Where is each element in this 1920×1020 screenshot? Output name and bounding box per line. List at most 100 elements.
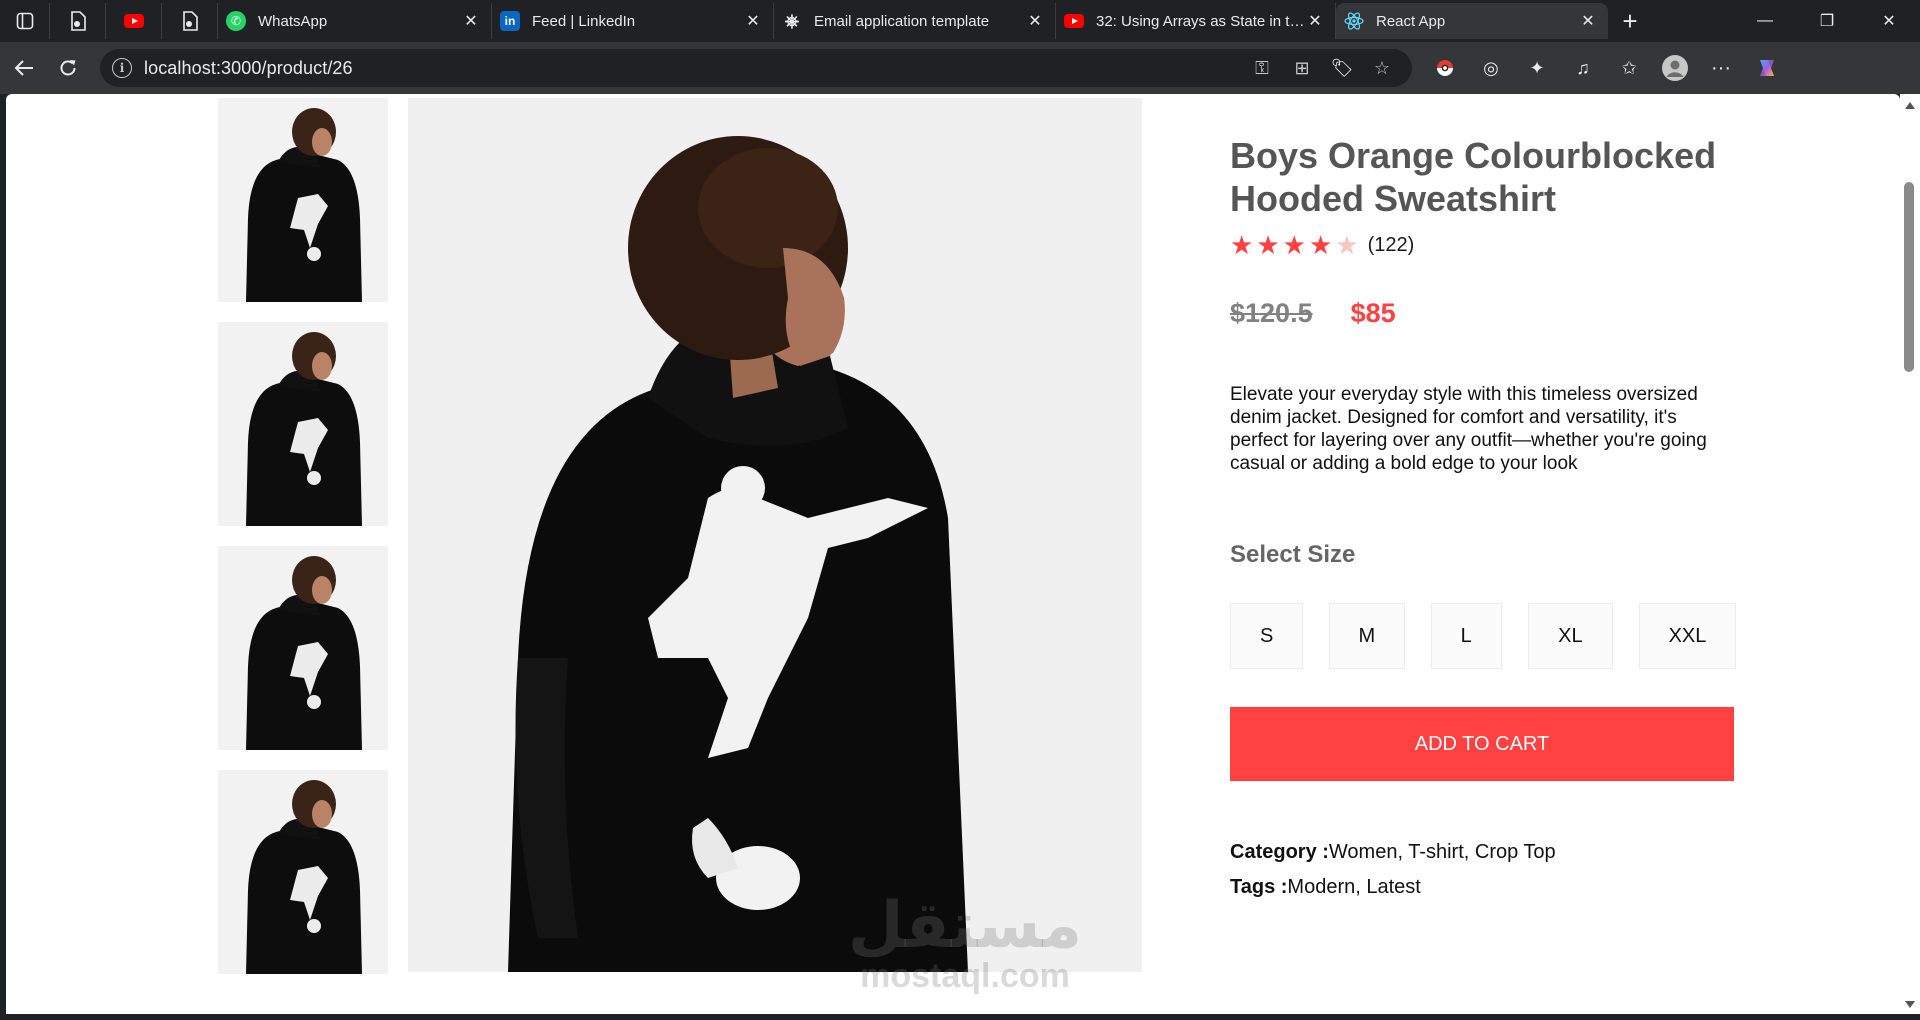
close-icon[interactable]: ✕ (743, 11, 763, 31)
restore-button[interactable]: ❐ (1796, 0, 1858, 42)
tags-label: Tags : (1230, 876, 1288, 898)
product-meta: Category :Women, T-shirt, Crop Top Tags … (1230, 841, 1736, 899)
workspaces-button[interactable] (0, 3, 50, 39)
scroll-down-arrow-icon[interactable] (1905, 1001, 1915, 1008)
back-button[interactable] (2, 48, 46, 88)
youtube-icon (1064, 11, 1084, 31)
price-tag-icon[interactable]: 🏷 (1322, 52, 1362, 84)
boy-hoodie-image (218, 322, 388, 526)
tab-email-template[interactable]: ⎈ Email application template ✕ (774, 3, 1056, 39)
react-icon (1344, 11, 1364, 31)
boy-hoodie-image (218, 770, 388, 974)
back-arrow-icon (14, 60, 33, 76)
watermark-arabic: مستقل (847, 889, 1083, 963)
close-window-button[interactable]: ✕ (1858, 0, 1920, 42)
product-thumbnail[interactable] (218, 546, 388, 750)
watermark-latin: mostaql.com (860, 957, 1070, 995)
workspaces-icon (16, 12, 33, 30)
more-menu-icon[interactable]: ··· (1698, 52, 1744, 84)
openai-icon: ⎈ (784, 10, 800, 31)
product-description: Elevate your everyday style with this ti… (1230, 384, 1707, 474)
pokeball-extension-icon[interactable] (1422, 52, 1468, 84)
new-tab-button[interactable]: + (1608, 3, 1652, 39)
tab-title: React App (1376, 12, 1446, 30)
scroll-up-arrow-icon[interactable] (1905, 102, 1915, 109)
size-button-s[interactable]: S (1230, 603, 1304, 669)
music-icon[interactable]: ♫ (1560, 52, 1606, 84)
size-button-xxl[interactable]: XXL (1638, 603, 1736, 669)
product-title: Boys Orange Colourblocked Hooded Sweatsh… (1230, 135, 1717, 219)
profile-avatar-icon[interactable] (1652, 52, 1698, 84)
app-available-icon[interactable]: ⊞ (1282, 52, 1322, 84)
close-icon[interactable]: ✕ (461, 11, 481, 31)
tab-bar: ✆ WhatsApp ✕ in Feed | LinkedIn ✕ ⎈ Emai… (0, 0, 1920, 42)
size-options: S M L XL XXL (1230, 603, 1736, 669)
star-full-icon: ★ (1282, 230, 1306, 260)
star-full-icon: ★ (1256, 230, 1280, 260)
size-button-l[interactable]: L (1430, 603, 1502, 669)
price-block: $120.5 $85 (1230, 298, 1736, 329)
window-controls: — ❐ ✕ (1734, 0, 1920, 42)
pinned-tabs (0, 3, 218, 39)
size-button-xl[interactable]: XL (1527, 603, 1613, 669)
main-product-image (408, 98, 1142, 972)
product-info: Boys Orange Colourblocked Hooded Sweatsh… (1230, 134, 1736, 911)
tags-value: Modern, Latest (1287, 876, 1421, 898)
scrollbar-thumb[interactable] (1904, 182, 1914, 372)
category-row: Category :Women, T-shirt, Crop Top (1230, 841, 1736, 864)
boy-hoodie-image (218, 546, 388, 750)
whatsapp-icon: ✆ (226, 11, 246, 31)
close-icon[interactable]: ✕ (1025, 11, 1045, 31)
tab-youtube[interactable]: 32: Using Arrays as State in the ✕ (1056, 3, 1336, 39)
tab-linkedin[interactable]: in Feed | LinkedIn ✕ (492, 3, 774, 39)
target-extension-icon[interactable]: ◎ (1468, 52, 1514, 84)
star-full-icon: ★ (1230, 230, 1254, 260)
tab-title: Feed | LinkedIn (532, 12, 636, 30)
tab-title: WhatsApp (258, 12, 328, 30)
favorites-icon[interactable]: ✩ (1606, 52, 1652, 84)
page-viewport: Boys Orange Colourblocked Hooded Sweatsh… (6, 94, 1900, 1014)
product-thumbnail[interactable] (218, 770, 388, 974)
pinned-tab-1[interactable] (50, 3, 106, 39)
close-icon[interactable]: ✕ (1305, 11, 1325, 31)
minimize-button[interactable]: — (1734, 0, 1796, 42)
page-scrollbar[interactable] (1900, 94, 1920, 1014)
tab-react-app[interactable]: React App ✕ (1336, 3, 1608, 39)
mostaql-watermark: مستقل mostaql.com (840, 894, 1090, 994)
boy-hoodie-large-image (408, 98, 1142, 972)
reload-icon (60, 60, 76, 76)
tab-title: 32: Using Arrays as State in the (1096, 12, 1305, 30)
select-size-heading: Select Size (1230, 541, 1356, 568)
tab-whatsapp[interactable]: ✆ WhatsApp ✕ (218, 3, 492, 39)
thumbnail-list (218, 98, 388, 994)
extensions-puzzle-icon[interactable]: ✦ (1514, 52, 1560, 84)
address-bar[interactable]: i localhost:3000/product/26 ⚿ ⊞ 🏷 ☆ (100, 49, 1412, 87)
copilot-doc-icon (182, 11, 198, 31)
star-full-icon: ★ (1308, 230, 1333, 260)
copilot-icon[interactable] (1744, 52, 1790, 84)
size-button-m[interactable]: M (1329, 603, 1405, 669)
review-count: (122) (1367, 233, 1415, 256)
add-to-cart-button[interactable]: ADD TO CART (1230, 707, 1734, 781)
key-icon[interactable]: ⚿ (1242, 52, 1282, 84)
reload-button[interactable] (46, 48, 90, 88)
youtube-icon (123, 14, 144, 28)
product-thumbnail[interactable] (218, 322, 388, 526)
extensions-row: ◎ ✦ ♫ ✩ ··· (1422, 52, 1790, 84)
favorite-star-icon[interactable]: ☆ (1362, 52, 1402, 84)
product-thumbnail[interactable] (218, 98, 388, 302)
boy-hoodie-image (218, 98, 388, 302)
url-text[interactable]: localhost:3000/product/26 (144, 58, 1242, 79)
close-icon[interactable]: ✕ (1578, 11, 1598, 31)
site-info-icon[interactable]: i (112, 58, 132, 78)
browser-toolbar: i localhost:3000/product/26 ⚿ ⊞ 🏷 ☆ ◎ ✦ … (0, 42, 1920, 94)
tab-title: Email application template (814, 12, 990, 30)
star-empty-icon: ★ (1335, 230, 1359, 260)
product-rating: ★ ★ ★ ★ ★ (122) (1230, 232, 1736, 258)
pinned-tab-3[interactable] (162, 3, 218, 39)
tags-row: Tags :Modern, Latest (1230, 876, 1736, 899)
category-label: Category : (1230, 841, 1329, 863)
old-price: $120.5 (1230, 298, 1313, 328)
pinned-tab-2[interactable] (106, 3, 162, 39)
new-price: $85 (1350, 298, 1396, 328)
